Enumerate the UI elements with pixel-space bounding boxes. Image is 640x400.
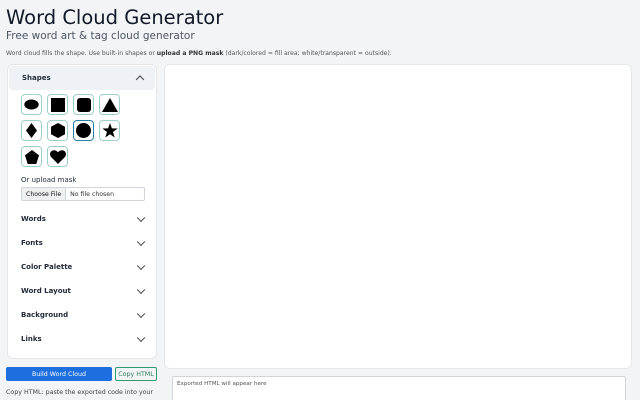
- chevron-down-icon: [136, 213, 146, 223]
- section-word-layout-header[interactable]: Word Layout: [8, 279, 156, 303]
- star-icon: [101, 123, 118, 138]
- upload-mask-label: Or upload mask: [21, 176, 77, 184]
- build-word-cloud-button[interactable]: Build Word Cloud: [6, 367, 112, 381]
- section-background-header[interactable]: Background: [8, 303, 156, 327]
- chevron-down-icon: [136, 261, 146, 271]
- chevron-down-icon: [136, 333, 146, 343]
- shape-diamond-button[interactable]: [21, 120, 42, 141]
- section-fonts-label: Fonts: [21, 239, 43, 247]
- shape-hexagon-button[interactable]: [47, 120, 68, 141]
- shape-ellipse-button[interactable]: [21, 94, 42, 115]
- collapsed-sections: Words Fonts Color Palette Word Layout Ba…: [8, 207, 156, 351]
- help-text-suffix: (dark/colored = fill area; white/transpa…: [223, 50, 392, 57]
- section-words-label: Words: [21, 215, 46, 223]
- settings-sidebar: Shapes Or upload mask Choose File No fil…: [7, 64, 157, 359]
- shape-heart-button[interactable]: [47, 146, 68, 167]
- section-links-header[interactable]: Links: [8, 327, 156, 351]
- page-title: Word Cloud Generator: [6, 6, 224, 29]
- ellipse-icon: [24, 99, 39, 110]
- shape-grid: [21, 94, 133, 167]
- shape-pentagon-button[interactable]: [21, 146, 42, 167]
- section-fonts-header[interactable]: Fonts: [8, 231, 156, 255]
- word-cloud-canvas[interactable]: [164, 64, 632, 369]
- shape-star-button[interactable]: [99, 120, 120, 141]
- shape-circle-button[interactable]: [73, 120, 94, 141]
- hexagon-icon: [50, 123, 65, 138]
- rounded-square-icon: [76, 97, 91, 112]
- copy-help-text: Copy HTML: paste the exported code into …: [6, 389, 154, 396]
- copy-html-button[interactable]: Copy HTML: [115, 367, 157, 381]
- shape-triangle-button[interactable]: [99, 94, 120, 115]
- circle-icon: [76, 123, 91, 138]
- triangle-icon: [101, 97, 118, 112]
- section-color-palette-label: Color Palette: [21, 263, 73, 271]
- file-status-text: No file chosen: [70, 190, 115, 198]
- mask-file-input[interactable]: Choose File No file chosen: [21, 187, 145, 201]
- section-shapes-label: Shapes: [22, 74, 51, 82]
- chevron-down-icon: [136, 285, 146, 295]
- chevron-up-icon: [135, 75, 145, 84]
- section-color-palette-header[interactable]: Color Palette: [8, 255, 156, 279]
- section-shapes-header[interactable]: Shapes: [9, 66, 155, 90]
- heart-icon: [49, 149, 66, 164]
- section-links-label: Links: [21, 335, 42, 343]
- page-subtitle: Free word art & tag cloud generator: [6, 30, 195, 42]
- section-word-layout-label: Word Layout: [21, 287, 71, 295]
- section-background-label: Background: [21, 311, 69, 319]
- help-text: Word cloud fills the shape. Use built-in…: [6, 50, 392, 57]
- diamond-icon: [26, 123, 37, 138]
- shape-rounded-square-button[interactable]: [73, 94, 94, 115]
- pentagon-icon: [24, 149, 39, 164]
- choose-file-button[interactable]: Choose File: [22, 188, 67, 200]
- shape-square-button[interactable]: [47, 94, 68, 115]
- help-text-bold: upload a PNG mask: [156, 50, 224, 57]
- section-words-header[interactable]: Words: [8, 207, 156, 231]
- exported-html-textarea[interactable]: Exported HTML will appear here: [172, 376, 626, 400]
- help-text-prefix: Word cloud fills the shape. Use built-in…: [6, 50, 157, 57]
- chevron-down-icon: [136, 237, 146, 247]
- chevron-down-icon: [136, 309, 146, 319]
- square-icon: [50, 97, 65, 112]
